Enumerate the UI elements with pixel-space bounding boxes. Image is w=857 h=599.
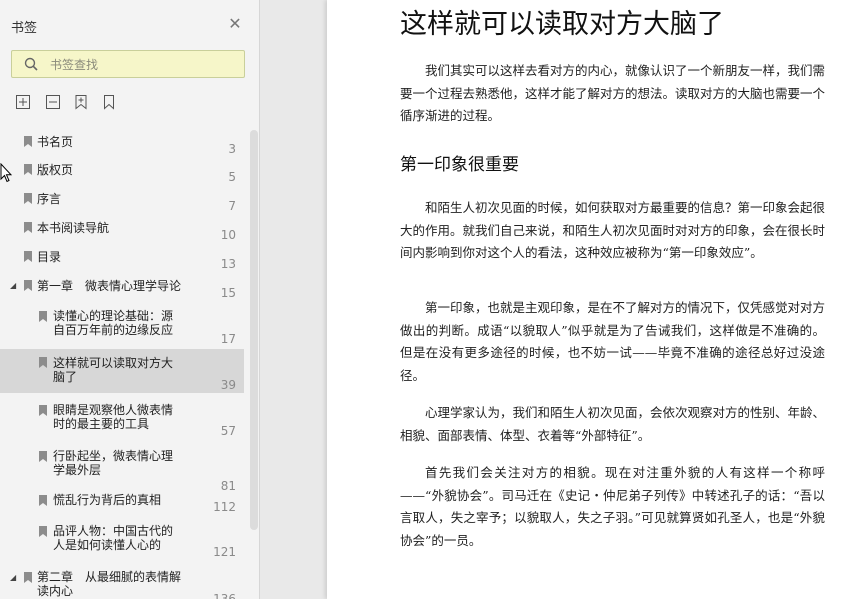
bookmark-page: 10 — [220, 228, 236, 242]
bookmark-page: 121 — [213, 545, 236, 559]
bookmark-icon — [24, 136, 32, 147]
bookmark-label: 这样就可以读取对方大脑了 — [53, 356, 174, 384]
bookmark-label: 读懂心的理论基础：源自百万年前的边缘反应 — [53, 309, 174, 337]
bookmark-label: 版权页 — [37, 163, 74, 177]
bookmark-page: 136 — [213, 592, 236, 599]
bookmark-icon — [39, 526, 47, 537]
bookmark-page: 3 — [228, 142, 236, 156]
bookmark-icon — [24, 164, 32, 175]
bookmark-item[interactable]: 序言 7 — [0, 187, 244, 213]
bookmark-item[interactable]: 书名页 3 — [0, 130, 244, 156]
bookmark-item-selected[interactable]: 这样就可以读取对方大脑了 39 — [0, 349, 244, 393]
bookmark-page: 17 — [220, 332, 236, 346]
bookmark-label: 行卧起坐，微表情心理学最外层 — [53, 449, 174, 477]
bookmark-label: 目录 — [37, 250, 62, 264]
bookmark-label: 品评人物：中国古代的人是如何读懂人心的 — [53, 524, 174, 552]
bookmark-label: 慌乱行为背后的真相 — [53, 493, 162, 507]
bookmark-page: 5 — [228, 170, 236, 184]
bookmark-item[interactable]: 目录 13 — [0, 245, 244, 271]
bookmark-page: 13 — [220, 257, 236, 271]
bookmark-item[interactable]: 行卧起坐，微表情心理学最外层 81 — [0, 446, 244, 493]
body-paragraph: 第一印象，也就是主观印象，是在不了解对方的情况下，仅凭感觉对对方做出的判断。成语… — [400, 300, 826, 383]
mouse-cursor-icon — [0, 163, 12, 183]
bookmark-item[interactable]: 版权页 5 — [0, 158, 244, 184]
search-icon — [24, 57, 38, 71]
bookmark-item-chapter-2[interactable]: ◢ 第二章 从最细腻的表情解读内心 136 — [0, 566, 244, 599]
bookmark-search-box[interactable] — [11, 50, 245, 78]
bookmark-icon — [39, 495, 47, 506]
bookmark-search-input[interactable] — [48, 55, 242, 75]
body-paragraph: 心理学家认为，我们和陌生人初次见面，会依次观察对方的性别、年龄、相貌、面部表情、… — [400, 405, 826, 443]
expand-all-icon[interactable] — [15, 94, 31, 110]
bookmark-label: 序言 — [37, 192, 62, 206]
bookmark-icon — [24, 222, 32, 233]
bookmark-label: 本书阅读导航 — [37, 221, 110, 235]
bookmark-item[interactable]: 眼睛是观察他人微表情时的最主要的工具 57 — [0, 400, 244, 442]
bookmark-icon — [24, 280, 32, 291]
body-paragraph: 首先我们会关注对方的相貌。现在对注重外貌的人有这样一个称呼——“外貌协会”。司马… — [400, 465, 825, 548]
body-paragraph: 和陌生人初次见面的时候，如何获取对方最重要的信息？第一印象会起很大的作用。就我们… — [400, 200, 826, 260]
bookmark-page: 57 — [220, 424, 236, 438]
expand-triangle-icon[interactable]: ◢ — [10, 573, 16, 582]
bookmark-icon — [39, 405, 47, 416]
bookmark-item[interactable]: 慌乱行为背后的真相 112 — [0, 490, 244, 518]
intro-paragraph: 我们其实可以这样去看对方的内心，就像认识了一个新朋友一样，我们需要一个过程去熟悉… — [400, 63, 826, 123]
bookmark-icon — [24, 572, 32, 583]
sidebar-title: 书签 — [11, 21, 38, 36]
page-title: 这样就可以读取对方大脑了 — [400, 9, 724, 40]
bookmark-item-chapter-1[interactable]: ◢ 第一章 微表情心理学导论 15 — [0, 274, 244, 300]
bookmark-icon — [39, 357, 47, 368]
bookmark-label: 第一章 微表情心理学导论 — [37, 279, 182, 293]
bookmark-label: 书名页 — [37, 135, 74, 149]
bookmark-page: 15 — [220, 286, 236, 300]
bookmark-item[interactable]: 品评人物：中国古代的人是如何读懂人心的 121 — [0, 521, 244, 563]
bookmark-icon — [24, 193, 32, 204]
bookmark-page: 39 — [220, 378, 236, 392]
bookmark-sidebar: 书签 ✕ 书名页 3 — [0, 0, 260, 599]
add-bookmark-icon[interactable] — [73, 94, 89, 110]
expand-triangle-icon[interactable]: ◢ — [10, 281, 16, 290]
sidebar-scrollbar[interactable] — [250, 130, 258, 530]
bookmark-page: 7 — [228, 199, 236, 213]
section-heading: 第一印象很重要 — [400, 155, 519, 175]
bookmark-icon[interactable] — [101, 94, 117, 110]
bookmark-item[interactable]: 读懂心的理论基础：源自百万年前的边缘反应 17 — [0, 306, 244, 348]
bookmark-icon — [24, 251, 32, 262]
bookmark-list: 书名页 3 版权页 5 序言 7 本书阅读导航 10 目录 13 ◢ 第一章 微… — [0, 130, 250, 599]
bookmark-label: 第二章 从最细腻的表情解读内心 — [37, 570, 182, 598]
bookmark-icon — [39, 311, 47, 322]
bookmark-label: 眼睛是观察他人微表情时的最主要的工具 — [53, 403, 174, 431]
collapse-all-icon[interactable] — [45, 94, 61, 110]
bookmark-icon — [39, 451, 47, 462]
bookmark-page: 112 — [213, 500, 236, 514]
document-page: 这样就可以读取对方大脑了 我们其实可以这样去看对方的内心，就像认识了一个新朋友一… — [327, 0, 857, 599]
bookmark-item[interactable]: 本书阅读导航 10 — [0, 216, 244, 242]
close-icon[interactable]: ✕ — [227, 16, 243, 32]
